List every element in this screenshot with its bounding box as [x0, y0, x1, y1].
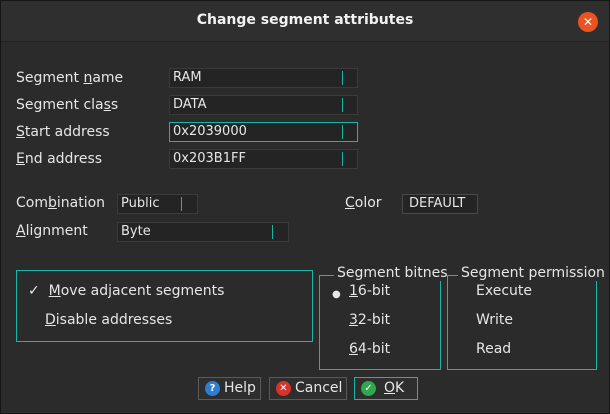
move-adjacent-checkbox[interactable]: ✓ Move adjacent segments — [28, 283, 224, 299]
cancel-button-label: Cancel — [295, 380, 343, 396]
start-address-value: 0x2039000 — [173, 124, 247, 139]
field-separator — [342, 98, 343, 112]
title-bar: Change segment attributes ✕ — [1, 1, 609, 42]
alignment-value: Byte — [121, 224, 151, 239]
permission-execute-checkbox[interactable]: Execute — [476, 283, 532, 299]
combination-select[interactable]: Public — [117, 194, 198, 214]
ok-icon: ✓ — [361, 381, 376, 396]
cancel-button[interactable]: ✕ Cancel — [269, 377, 347, 400]
field-separator — [272, 225, 273, 239]
bitness-32-radio[interactable]: 32-bit — [349, 312, 390, 328]
segment-class-value: DATA — [173, 97, 207, 112]
bitness-64-radio[interactable]: 64-bit — [349, 341, 390, 357]
field-separator — [342, 152, 343, 166]
help-button-label: Help — [224, 380, 256, 396]
end-address-field[interactable]: 0x203B1FF — [169, 149, 358, 169]
dialog-title: Change segment attributes — [196, 12, 414, 28]
combination-value: Public — [121, 196, 160, 211]
field-separator — [342, 71, 343, 85]
combination-label: Combination — [16, 195, 106, 211]
check-icon: ✓ — [28, 283, 40, 299]
radio-selected-icon: ● — [332, 289, 341, 300]
segment-name-field[interactable]: RAM — [169, 68, 358, 88]
ok-button-label: OK — [384, 380, 405, 396]
alignment-label: Alignment — [16, 223, 88, 239]
cancel-icon: ✕ — [276, 381, 291, 396]
ok-button[interactable]: ✓ OK — [354, 377, 418, 400]
end-address-value: 0x203B1FF — [173, 151, 246, 166]
bitness-16-radio[interactable]: 16-bit — [349, 283, 390, 299]
color-button[interactable]: DEFAULT — [402, 194, 478, 214]
end-address-label: End address — [16, 151, 103, 167]
permission-write-checkbox[interactable]: Write — [476, 312, 513, 328]
change-segment-dialog: Change segment attributes ✕ Segment name… — [0, 0, 610, 414]
segment-class-label: Segment class — [16, 97, 119, 113]
segment-name-value: RAM — [173, 70, 202, 85]
start-address-label: Start address — [16, 124, 110, 140]
start-address-field[interactable]: 0x2039000 — [169, 122, 358, 142]
permission-read-checkbox[interactable]: Read — [476, 341, 511, 357]
field-separator — [181, 197, 182, 211]
help-button[interactable]: ? Help — [198, 377, 261, 400]
disable-addresses-checkbox[interactable]: Disable addresses — [45, 312, 172, 328]
close-icon[interactable]: ✕ — [578, 12, 598, 32]
field-separator — [342, 125, 343, 139]
alignment-select[interactable]: Byte — [117, 222, 289, 242]
bitness-group-title: Segment bitness — [334, 265, 448, 281]
segment-class-field[interactable]: DATA — [169, 95, 358, 115]
color-label: Color — [345, 195, 382, 211]
options-group — [16, 270, 313, 342]
color-value: DEFAULT — [409, 196, 466, 211]
help-icon: ? — [205, 381, 220, 396]
permissions-group-title: Segment permissions — [458, 265, 604, 281]
segment-name-label: Segment name — [16, 70, 124, 86]
